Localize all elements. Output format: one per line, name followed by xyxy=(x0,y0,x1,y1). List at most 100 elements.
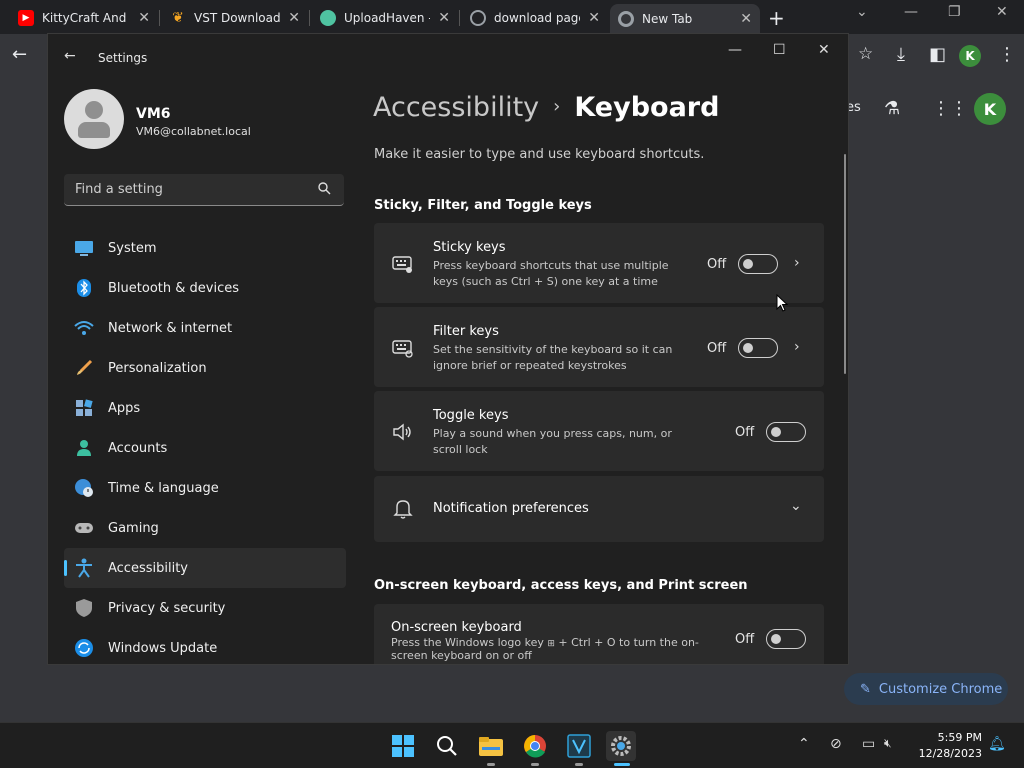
back-arrow-icon[interactable]: ← xyxy=(12,44,27,65)
sticky-keys-toggle[interactable] xyxy=(738,254,778,274)
gamepad-icon xyxy=(74,518,94,538)
maximize-icon[interactable]: ☐ xyxy=(773,42,786,58)
search-icon[interactable] xyxy=(432,731,462,761)
breadcrumb-parent[interactable]: Accessibility xyxy=(373,92,539,123)
chevron-down-icon[interactable]: ⌄ xyxy=(790,498,802,514)
chevron-right-icon[interactable]: › xyxy=(794,339,800,355)
nav-item-gaming[interactable]: Gaming xyxy=(64,508,346,548)
accessibility-icon xyxy=(74,558,94,578)
windows-taskbar: ⌃ ⊘ ▭ 🔇︎ 5:59 PM 12/28/2023 🔔︎ xyxy=(0,722,1024,768)
sticky-keys-card[interactable]: Sticky keys Press keyboard shortcuts tha… xyxy=(374,223,824,303)
brush-icon xyxy=(74,358,94,378)
notification-bell-icon[interactable]: 🔔︎ xyxy=(988,736,1006,752)
browser-tab-5-active[interactable]: New Tab ✕ xyxy=(610,4,760,34)
page-title: Keyboard xyxy=(574,92,720,123)
restore-icon[interactable]: ❐ xyxy=(948,4,961,20)
new-tab-button[interactable]: + xyxy=(768,6,785,30)
nav-item-accounts[interactable]: Accounts xyxy=(64,428,346,468)
windows-start-icon[interactable] xyxy=(388,731,418,761)
tab-search-icon[interactable]: ⌄ xyxy=(856,4,868,20)
network-off-icon[interactable]: ⊘ xyxy=(830,736,842,752)
minimize-icon[interactable]: — xyxy=(728,42,742,58)
section-title-osk: On-screen keyboard, access keys, and Pri… xyxy=(374,578,748,593)
back-arrow-icon[interactable]: ← xyxy=(64,48,76,64)
close-tab-icon[interactable]: ✕ xyxy=(588,10,600,26)
cloud-icon xyxy=(320,10,336,26)
close-icon[interactable]: ✕ xyxy=(818,42,830,58)
shield-icon xyxy=(74,598,94,618)
customize-chrome-button[interactable]: ✎ Customize Chrome xyxy=(844,673,1008,705)
system-clock[interactable]: 5:59 PM 12/28/2023 xyxy=(918,730,982,762)
file-explorer-icon[interactable] xyxy=(476,731,506,761)
toggle-keys-card: Toggle keys Play a sound when you press … xyxy=(374,391,824,471)
toggle-keys-state: Off xyxy=(735,425,755,440)
fl-studio-icon: ❦ xyxy=(172,10,184,26)
avatar-body xyxy=(78,122,110,138)
toggle-keys-title: Toggle keys xyxy=(433,408,509,423)
settings-gear-icon[interactable] xyxy=(606,731,636,761)
nav-item-time-language[interactable]: Time & language xyxy=(64,468,346,508)
profile-avatar[interactable]: K xyxy=(959,45,981,67)
chrome-icon xyxy=(618,11,634,27)
user-name: VM6 xyxy=(136,106,171,122)
settings-nav: System Bluetooth & devices Network & int… xyxy=(64,228,346,664)
nav-item-privacy-security[interactable]: Privacy & security xyxy=(64,588,346,628)
running-indicator xyxy=(531,763,539,766)
content-scrollbar[interactable] xyxy=(844,154,846,374)
close-tab-icon[interactable]: ✕ xyxy=(740,11,752,27)
chevron-right-icon[interactable]: › xyxy=(794,255,800,271)
vs-code-icon[interactable] xyxy=(564,731,594,761)
close-tab-icon[interactable]: ✕ xyxy=(138,10,150,26)
more-menu-icon[interactable]: ⋮ xyxy=(998,44,1016,65)
volume-mute-icon[interactable]: 🔇︎ xyxy=(884,736,892,751)
bookmark-star-icon[interactable]: ☆ xyxy=(858,44,873,64)
breadcrumb: Accessibility › Keyboard xyxy=(373,92,719,123)
section-title-keys: Sticky, Filter, and Toggle keys xyxy=(374,198,592,213)
nav-item-accessibility[interactable]: Accessibility xyxy=(64,548,346,588)
speaker-icon xyxy=(392,421,414,443)
side-panel-icon[interactable]: ◧ xyxy=(929,44,946,65)
browser-tab-4[interactable]: download page ✕ xyxy=(462,4,608,32)
osk-state: Off xyxy=(735,632,755,647)
display-icon[interactable]: ▭ xyxy=(862,736,875,752)
close-tab-icon[interactable]: ✕ xyxy=(288,10,300,26)
chrome-icon[interactable] xyxy=(520,731,550,761)
settings-window: ← Settings — ☐ ✕ VM6 VM6@collabnet.local… xyxy=(47,33,849,665)
nav-item-apps[interactable]: Apps xyxy=(64,388,346,428)
user-avatar[interactable] xyxy=(64,89,124,149)
nav-item-network[interactable]: Network & internet xyxy=(64,308,346,348)
nav-item-bluetooth[interactable]: Bluetooth & devices xyxy=(64,268,346,308)
running-indicator xyxy=(575,763,583,766)
minimize-icon[interactable]: — xyxy=(904,4,918,20)
clock-time: 5:59 PM xyxy=(937,731,982,744)
google-account-avatar[interactable]: K xyxy=(974,93,1006,125)
find-setting-input[interactable] xyxy=(64,174,344,206)
bell-icon xyxy=(392,498,414,520)
close-tab-icon[interactable]: ✕ xyxy=(438,10,450,26)
person-icon xyxy=(74,438,94,458)
browser-tab-strip: ▶ KittyCraft And B ✕ ❦ VST Downloads ✕ U… xyxy=(0,0,1024,34)
youtube-icon: ▶ xyxy=(18,10,34,26)
filter-keys-card[interactable]: Filter keys Set the sensitivity of the k… xyxy=(374,307,824,387)
browser-tab-2[interactable]: ❦ VST Downloads ✕ xyxy=(162,4,308,32)
close-window-icon[interactable]: ✕ xyxy=(996,4,1008,20)
osk-toggle[interactable] xyxy=(766,629,806,649)
filter-keys-toggle[interactable] xyxy=(738,338,778,358)
filter-keys-title: Filter keys xyxy=(433,324,499,339)
nav-item-system[interactable]: System xyxy=(64,228,346,268)
browser-tab-1[interactable]: ▶ KittyCraft And B ✕ xyxy=(10,4,158,32)
osk-title: On-screen keyboard xyxy=(391,620,522,635)
sticky-keys-icon xyxy=(392,253,414,275)
chevron-right-icon: › xyxy=(553,96,561,117)
osk-desc: Press the Windows logo key ⊞ + Ctrl + O … xyxy=(391,636,699,662)
labs-flask-icon[interactable]: ⚗ xyxy=(884,98,900,119)
download-icon[interactable]: ⤓ xyxy=(897,44,905,65)
user-email: VM6@collabnet.local xyxy=(136,125,251,138)
nav-item-windows-update[interactable]: Windows Update xyxy=(64,628,346,664)
browser-tab-3[interactable]: UploadHaven - ✕ xyxy=(312,4,458,32)
toggle-keys-toggle[interactable] xyxy=(766,422,806,442)
notification-preferences-card[interactable]: Notification preferences ⌄ xyxy=(374,476,824,542)
chevron-up-icon[interactable]: ⌃ xyxy=(798,736,810,752)
sticky-keys-desc: Press keyboard shortcuts that use multip… xyxy=(433,259,669,288)
nav-item-personalization[interactable]: Personalization xyxy=(64,348,346,388)
